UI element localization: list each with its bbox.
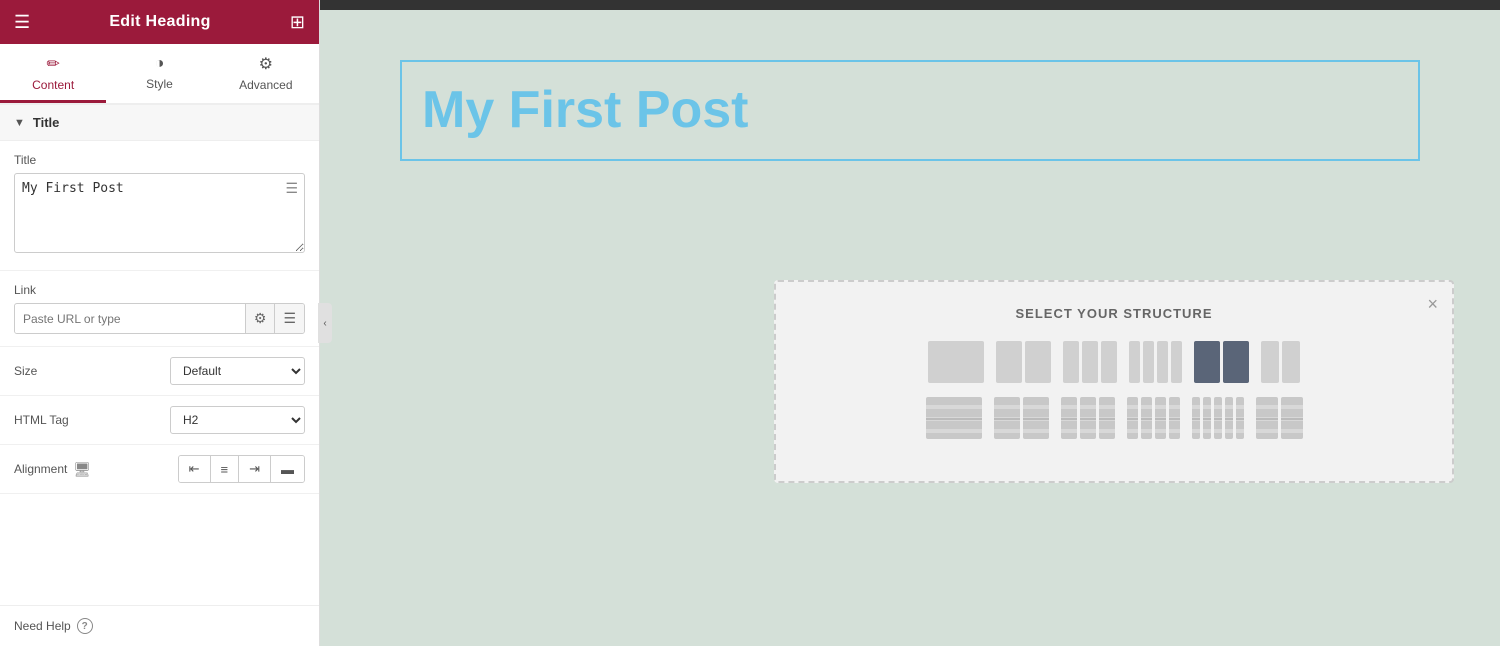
textarea-list-icon[interactable]: ☰ — [285, 180, 298, 197]
layout-option-5col-striped[interactable] — [1192, 397, 1244, 439]
advanced-icon: ⚙ — [259, 54, 273, 74]
size-dropdown[interactable]: Default Small Medium Large XL XXL — [170, 357, 305, 385]
layout-option-3col[interactable] — [1063, 341, 1117, 383]
heading-preview-wrapper: My First Post — [400, 60, 1420, 161]
tab-style[interactable]: ◑ Style — [106, 44, 212, 103]
layout-option-4col-striped[interactable] — [1127, 397, 1180, 439]
html-tag-dropdown[interactable]: H1 H2 H3 H4 H5 H6 div span p — [170, 406, 305, 434]
layout-row-1 — [796, 341, 1432, 383]
layout-option-asym-striped[interactable] — [1256, 397, 1303, 439]
structure-selector-panel: × SELECT YOUR STRUCTURE — [774, 280, 1454, 483]
tab-content-label: Content — [32, 78, 74, 92]
link-field-label: Link — [14, 283, 305, 297]
align-left-button[interactable]: ⇤ — [179, 456, 211, 482]
heading-preview-text: My First Post — [422, 81, 749, 139]
layout-option-1col-striped[interactable] — [926, 397, 982, 439]
style-icon: ◑ — [155, 55, 165, 73]
canvas-top-bar — [320, 0, 1500, 10]
layout-option-1col[interactable] — [928, 341, 984, 383]
help-icon[interactable]: ? — [77, 618, 93, 634]
tab-advanced-label: Advanced — [239, 78, 292, 92]
size-select-row: Size Default Small Medium Large XL XXL — [0, 347, 319, 396]
layout-option-2col-selected[interactable] — [1194, 341, 1249, 383]
html-tag-label: HTML Tag — [14, 413, 170, 427]
size-label: Size — [14, 364, 170, 378]
heading-preview-box[interactable]: My First Post — [400, 60, 1420, 161]
need-help-bar: Need Help ? — [0, 605, 319, 646]
title-section-header[interactable]: ▼ Title — [0, 105, 319, 141]
need-help-text: Need Help — [14, 619, 71, 633]
panel-title: Edit Heading — [109, 13, 210, 31]
tab-content[interactable]: ✏ Content — [0, 44, 106, 103]
title-textarea[interactable]: My First Post — [14, 173, 305, 253]
panel-body: ▼ Title Title My First Post ☰ Link ⚙ ☰ S… — [0, 105, 319, 646]
layout-option-2col[interactable] — [996, 341, 1051, 383]
hamburger-icon[interactable]: ☰ — [14, 12, 30, 33]
title-textarea-wrapper: My First Post ☰ — [14, 173, 305, 258]
link-input-row: ⚙ ☰ — [14, 303, 305, 334]
title-field-group: Title My First Post ☰ — [0, 141, 319, 271]
panel-header: ☰ Edit Heading ⊞ — [0, 0, 319, 44]
alignment-row: Alignment 🖥 ⇤ ≡ ⇥ ▬ — [0, 445, 319, 494]
left-panel: ☰ Edit Heading ⊞ ✏ Content ◑ Style ⚙ Adv… — [0, 0, 320, 646]
content-icon: ✏ — [46, 54, 59, 74]
title-field-label: Title — [14, 153, 305, 167]
chevron-down-icon: ▼ — [14, 117, 25, 129]
tab-advanced[interactable]: ⚙ Advanced — [213, 44, 319, 103]
align-center-button[interactable]: ≡ — [211, 456, 240, 482]
grid-icon[interactable]: ⊞ — [290, 12, 305, 33]
tabs-row: ✏ Content ◑ Style ⚙ Advanced — [0, 44, 319, 105]
monitor-icon: 🖥 — [73, 461, 91, 478]
align-justify-button[interactable]: ▬ — [271, 456, 304, 482]
layout-option-3col-striped[interactable] — [1061, 397, 1115, 439]
layout-row-2 — [796, 397, 1432, 439]
layout-option-3col-variant[interactable] — [1261, 341, 1300, 383]
structure-panel-title: SELECT YOUR STRUCTURE — [796, 306, 1432, 321]
link-list-icon[interactable]: ☰ — [274, 304, 304, 333]
align-right-button[interactable]: ⇥ — [239, 456, 271, 482]
tab-style-label: Style — [146, 77, 173, 91]
right-canvas: My First Post × SELECT YOUR STRUCTURE — [320, 0, 1500, 646]
layout-option-2col-striped[interactable] — [994, 397, 1049, 439]
layout-option-4col[interactable] — [1129, 341, 1182, 383]
link-input[interactable] — [15, 305, 245, 333]
html-tag-select-row: HTML Tag H1 H2 H3 H4 H5 H6 div span p — [0, 396, 319, 445]
title-section-label: Title — [33, 115, 60, 130]
alignment-text: Alignment — [14, 462, 67, 476]
alignment-buttons: ⇤ ≡ ⇥ ▬ — [178, 455, 305, 483]
structure-close-button[interactable]: × — [1427, 294, 1438, 315]
collapse-panel-button[interactable]: ‹ — [318, 303, 332, 343]
alignment-label: Alignment 🖥 — [14, 461, 178, 478]
link-field-group: Link ⚙ ☰ — [0, 271, 319, 347]
link-settings-icon[interactable]: ⚙ — [245, 304, 275, 333]
